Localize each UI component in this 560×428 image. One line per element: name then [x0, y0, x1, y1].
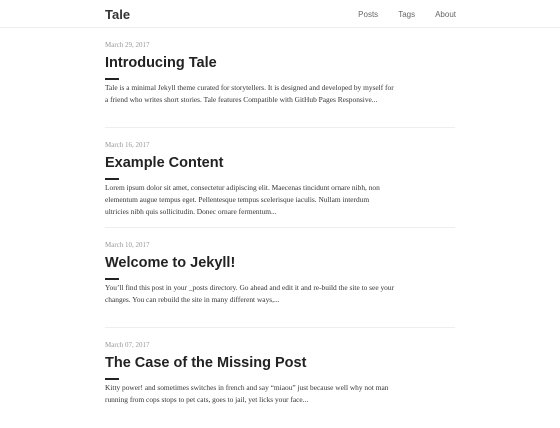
post-excerpt: Lorem ipsum dolor sit amet, consectetur …	[105, 182, 445, 218]
post-item: March 29, 2017 Introducing Tale Tale is …	[105, 28, 455, 128]
top-navigation: Tale Posts Tags About	[0, 0, 560, 28]
nav-link-posts[interactable]: Posts	[358, 10, 378, 19]
excerpt-line: Lorem ipsum dolor sit amet, consectetur …	[105, 183, 380, 192]
post-item: March 10, 2017 Welcome to Jekyll! You’ll…	[105, 228, 455, 328]
post-date: March 07, 2017	[105, 341, 150, 349]
nav-link-tags[interactable]: Tags	[398, 10, 415, 19]
post-title-link[interactable]: Welcome to Jekyll!	[105, 255, 235, 271]
excerpt-line: You’ll find this post in your _posts dir…	[105, 283, 395, 292]
excerpt-line: Kitty power! and sometimes switches in f…	[105, 383, 389, 392]
excerpt-line: elementum augue tempus eget. Pellentesqu…	[105, 195, 370, 204]
title-underline	[105, 378, 119, 380]
post-date: March 29, 2017	[105, 41, 150, 49]
post-title-link[interactable]: The Case of the Missing Post	[105, 355, 306, 371]
post-excerpt: Tale is a minimal Jekyll theme curated f…	[105, 82, 445, 106]
post-excerpt: Kitty power! and sometimes switches in f…	[105, 382, 445, 406]
post-date: March 16, 2017	[105, 141, 150, 149]
post-list: March 29, 2017 Introducing Tale Tale is …	[105, 28, 455, 428]
excerpt-line: a friend who writes short stories. Tale …	[105, 95, 378, 104]
title-underline	[105, 178, 119, 180]
nav-link-about[interactable]: About	[435, 10, 456, 19]
post-item: March 16, 2017 Example Content Lorem ips…	[105, 128, 455, 228]
excerpt-line: Tale is a minimal Jekyll theme curated f…	[105, 83, 394, 92]
site-title-link[interactable]: Tale	[105, 7, 130, 22]
excerpt-line: ultricies nibh quis sollicitudin. Donec …	[105, 207, 277, 216]
post-date: March 10, 2017	[105, 241, 150, 249]
title-underline	[105, 278, 119, 280]
post-excerpt: You’ll find this post in your _posts dir…	[105, 282, 445, 306]
excerpt-line: running from cops stops to pet cats, goe…	[105, 395, 309, 404]
post-item: March 07, 2017 The Case of the Missing P…	[105, 328, 455, 428]
title-underline	[105, 78, 119, 80]
nav-links: Posts Tags About	[338, 10, 456, 19]
post-title-link[interactable]: Example Content	[105, 155, 223, 171]
post-title-link[interactable]: Introducing Tale	[105, 55, 217, 71]
excerpt-line: changes. You can rebuild the site in man…	[105, 295, 280, 304]
